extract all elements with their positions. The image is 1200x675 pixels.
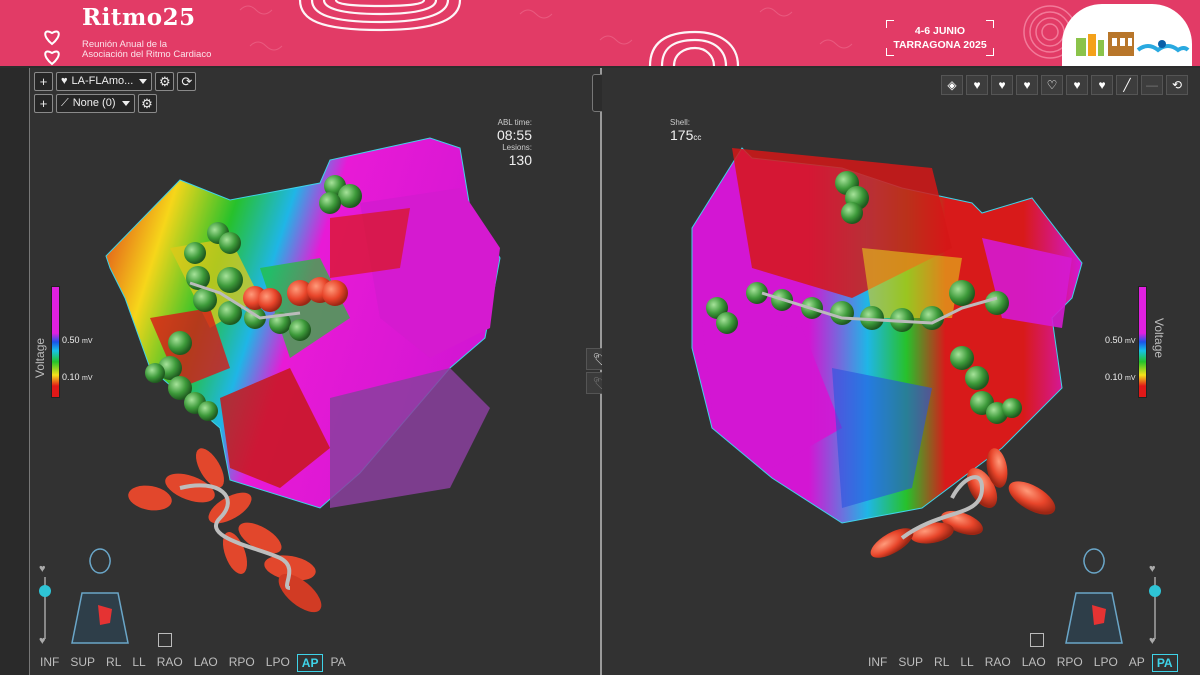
brand-hearts-icon [44, 30, 60, 66]
view-rl[interactable]: RL [930, 654, 953, 672]
voltage-label: Voltage [1152, 318, 1166, 359]
heart-outline-icon: ♥ [39, 635, 46, 647]
shell-view-icon[interactable]: ◈ [941, 75, 963, 95]
sync-icon[interactable]: ⟳ [177, 72, 197, 91]
brand-title: Ritmo25 [82, 4, 196, 31]
shell-value: 175cc [670, 127, 702, 143]
brand-subtitle: Reunión Anual de la Asociación del Ritmo… [82, 40, 211, 60]
heart-lock-icon[interactable]: ♥ [1016, 75, 1038, 95]
catheter-icon: ⟋ [61, 97, 69, 109]
shell-readout: Shell: 175cc [670, 118, 701, 143]
right-viewport[interactable]: ◈ ♥ ♥ ♥ ♡ ♥ ♥ ╱ — ⟲ Shell: 175cc 0.50 mV… [602, 68, 1200, 675]
slider-knob[interactable] [39, 585, 51, 597]
right-view-buttons: INF SUP RL LL RAO LAO RPO LPO AP PA [864, 654, 1181, 672]
heart-icon: ♥ [39, 563, 46, 575]
subtitle-line-2: Asociación del Ritmo Cardiaco [82, 49, 212, 60]
add-catheter-button[interactable]: + [34, 94, 53, 113]
lesions-label: Lesions: [502, 143, 532, 152]
voltage-color-bar [51, 286, 60, 398]
city-logo [1062, 4, 1192, 66]
lesions-value: 130 [508, 152, 532, 168]
view-rao[interactable]: RAO [153, 654, 187, 672]
heart-icon: ♥ [1149, 563, 1156, 575]
snapshot-icon[interactable] [158, 633, 172, 647]
view-ap[interactable]: AP [1125, 654, 1149, 672]
tarragona-logo-icon [1076, 32, 1190, 56]
heart-check-icon[interactable]: ♥ [1091, 75, 1113, 95]
event-date: 4-6 JUNIO TARRAGONA 2025 [886, 20, 994, 56]
chevron-down-icon [139, 79, 148, 84]
abl-time-label: ABL time: [497, 118, 532, 127]
view-sup[interactable]: SUP [894, 654, 927, 672]
view-inf[interactable]: INF [36, 654, 63, 672]
right-opacity-slider[interactable]: ♥ ♥ [1148, 563, 1162, 653]
left-catheter-toolbar: + ⟋ None (0) ⚙ [34, 94, 157, 113]
view-ap[interactable]: AP [296, 654, 324, 672]
conference-banner: Ritmo25 Reunión Anual de la Asociación d… [0, 0, 1200, 66]
scale-high-label: 0.50 mV [62, 335, 93, 345]
scale-low-label: 0.10 mV [62, 372, 93, 382]
voltage-label: Voltage [33, 337, 47, 378]
voltage-color-bar [1138, 286, 1147, 398]
heart-icon[interactable]: ♥ [1066, 75, 1088, 95]
view-rpo[interactable]: RPO [225, 654, 259, 672]
left-orientation-torso[interactable] [71, 548, 129, 644]
snapshot-icon[interactable] [1030, 633, 1044, 647]
add-map-button[interactable]: + [34, 72, 53, 91]
view-lao[interactable]: LAO [190, 654, 222, 672]
date-line: 4-6 JUNIO [914, 25, 966, 37]
map-select[interactable]: ♥ LA-FLAmo... [56, 72, 153, 91]
shell-label: Shell: [670, 118, 691, 127]
heart-half-icon[interactable]: ♡ [1041, 75, 1063, 95]
screen: Ritmo25 Reunión Anual de la Asociación d… [0, 0, 1200, 675]
catheter-view-icon[interactable]: ⟲ [1166, 75, 1188, 95]
view-inf[interactable]: INF [864, 654, 891, 672]
left-edge-strip [0, 68, 38, 675]
view-pa[interactable]: PA [326, 654, 349, 672]
ablation-readout: ABL time: 08:55 Lesions: 130 [482, 118, 532, 168]
heart-add-icon[interactable]: ♥ [966, 75, 988, 95]
view-rao[interactable]: RAO [981, 654, 1015, 672]
heart-move-icon[interactable]: ♥ [991, 75, 1013, 95]
view-ll[interactable]: LL [128, 654, 149, 672]
heart-outline-icon: ♥ [1149, 635, 1156, 647]
heart-icon: ♥ [61, 75, 68, 87]
view-lpo[interactable]: LPO [262, 654, 294, 672]
slider-knob[interactable] [1149, 585, 1161, 597]
catheter-settings-gear-icon[interactable]: ⚙ [137, 94, 157, 113]
right-orientation-torso[interactable] [1065, 548, 1123, 644]
left-viewport[interactable]: + ♥ LA-FLAmo... ⚙ ⟳ + ⟋ None (0) ⚙ ABL tim… [30, 68, 600, 675]
location-line: TARRAGONA 2025 [893, 39, 987, 51]
left-opacity-slider[interactable]: ♥ ♥ [38, 563, 52, 653]
chevron-down-icon [121, 101, 130, 106]
ruler-icon[interactable]: ╱ [1116, 75, 1138, 95]
map-select-value: LA-FLAmo... [71, 75, 134, 87]
left-view-buttons: INF SUP RL LL RAO LAO RPO LPO AP PA [36, 654, 353, 672]
scale-low-label: 0.10 mV [1105, 372, 1136, 382]
catheter-select[interactable]: ⟋ None (0) [56, 94, 135, 113]
map-settings-gear-icon[interactable]: ⚙ [155, 72, 175, 91]
view-rl[interactable]: RL [102, 654, 125, 672]
catheter-select-value: None (0) [72, 97, 116, 109]
right-display-toolbar: ◈ ♥ ♥ ♥ ♡ ♥ ♥ ╱ — ⟲ [941, 75, 1188, 95]
view-ll[interactable]: LL [956, 654, 977, 672]
view-sup[interactable]: SUP [66, 654, 99, 672]
view-pa[interactable]: PA [1151, 654, 1178, 672]
minus-icon[interactable]: — [1141, 75, 1163, 95]
view-rpo[interactable]: RPO [1053, 654, 1087, 672]
view-lao[interactable]: LAO [1018, 654, 1050, 672]
scale-high-label: 0.50 mV [1105, 335, 1136, 345]
view-lpo[interactable]: LPO [1090, 654, 1122, 672]
abl-time-value: 08:55 [496, 127, 532, 143]
left-map-toolbar: + ♥ LA-FLAmo... ⚙ ⟳ [34, 72, 197, 91]
